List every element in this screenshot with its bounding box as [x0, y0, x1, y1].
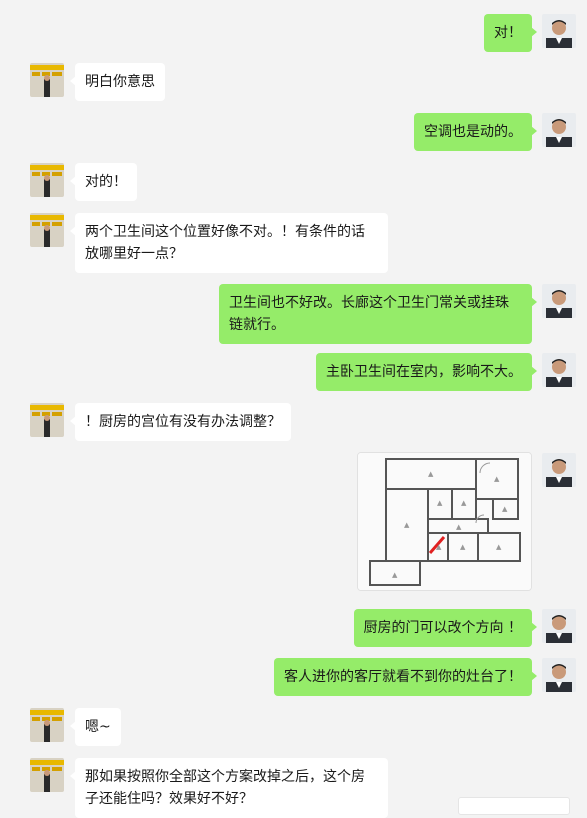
svg-text:▲: ▲ — [437, 499, 443, 507]
contact-avatar-icon[interactable] — [30, 758, 64, 792]
message-bubble-contact[interactable]: 对的！ — [70, 163, 137, 201]
svg-text:▲: ▲ — [436, 543, 442, 551]
message-bubble-contact[interactable]: 那如果按照你全部这个方案改掉之后，这个房子还能住吗？效果好不好？ — [70, 758, 388, 818]
message-bubble-contact[interactable]: 嗯~ — [70, 708, 121, 746]
self-avatar-icon[interactable] — [542, 284, 576, 318]
self-avatar-icon[interactable] — [542, 453, 576, 487]
self-avatar-icon[interactable] — [542, 113, 576, 147]
contact-avatar-icon[interactable] — [30, 213, 64, 247]
svg-text:▲: ▲ — [404, 521, 410, 529]
contact-avatar-icon[interactable] — [30, 163, 64, 197]
svg-text:▲: ▲ — [502, 505, 508, 513]
svg-text:▲: ▲ — [428, 470, 434, 478]
floor-plan-image[interactable]: ▲ ▲ ▲ ▲ ▲ ▲ ▲ ▲ ▲ ▲ ▲ — [357, 452, 532, 591]
svg-text:▲: ▲ — [392, 571, 398, 579]
contact-avatar-icon[interactable] — [30, 708, 64, 742]
contact-avatar-icon[interactable] — [30, 63, 64, 97]
self-avatar-icon[interactable] — [542, 14, 576, 48]
message-bubble-self[interactable]: 对！ — [484, 14, 537, 52]
chat-window: 对！ 明白你意思 空调也是动的。 对的！ 两个卫生间这个位置好像不对。！有条件的… — [0, 0, 587, 818]
message-bubble-contact[interactable]: ！厨房的宫位有没有办法调整？ — [70, 403, 291, 441]
message-bubble-contact[interactable]: 两个卫生间这个位置好像不对。！有条件的话放哪里好一点？ — [70, 213, 388, 273]
svg-text:▲: ▲ — [460, 543, 466, 551]
message-bubble-self[interactable]: 厨房的门可以改个方向 ！ — [353, 609, 538, 647]
self-avatar-icon[interactable] — [542, 658, 576, 692]
svg-text:▲: ▲ — [496, 543, 502, 551]
message-bubble-contact[interactable]: 明白你意思 — [70, 63, 165, 101]
self-avatar-icon[interactable] — [542, 353, 576, 387]
self-avatar-icon[interactable] — [542, 609, 576, 643]
contact-avatar-icon[interactable] — [30, 403, 64, 437]
svg-text:▲: ▲ — [456, 523, 462, 531]
message-bubble-self[interactable]: 主卧卫生间在室内，影响不大。 — [316, 353, 537, 391]
message-bubble-self[interactable]: 空调也是动的。 — [414, 113, 537, 151]
svg-text:▲: ▲ — [461, 499, 467, 507]
message-bubble-self[interactable]: 卫生间也不好改。长廊这个卫生门常关或挂珠链就行。 — [219, 284, 537, 344]
svg-text:▲: ▲ — [494, 475, 500, 483]
cut-off-bubble — [458, 797, 570, 815]
message-bubble-self[interactable]: 客人进你的客厅就看不到你的灶台了！ — [274, 658, 537, 696]
